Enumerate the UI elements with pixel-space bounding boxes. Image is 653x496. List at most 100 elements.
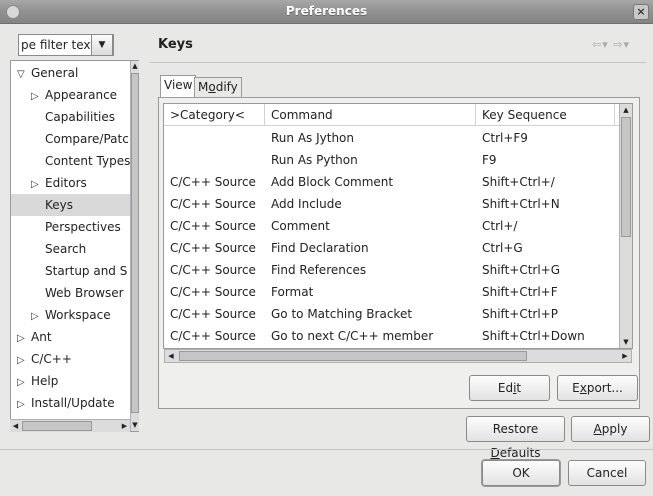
table-row[interactable]: Run As PythonF9Py — [164, 149, 632, 171]
tab-modify[interactable]: Modify — [194, 77, 242, 97]
tree-item-label: Perspectives — [45, 220, 121, 234]
table-row[interactable]: C/C++ SourceCommentCtrl+/C/ — [164, 215, 632, 237]
table-horizontal-scrollbar[interactable]: ◀ ▶ — [164, 349, 632, 363]
tree-item[interactable]: ▷ Install/Update — [17, 392, 115, 414]
history-nav[interactable]: ⇦▾ ⇨▾ — [592, 38, 630, 51]
tree-item[interactable]: ▷ Ant — [17, 326, 52, 348]
table-row[interactable]: C/C++ Source Go to Matching Bracket Shift+… — [164, 303, 632, 325]
cell-key-sequence: Shift+Ctrl+N — [482, 197, 560, 211]
tree-item[interactable]: ▷ C/C++ — [17, 348, 72, 370]
expand-triangle-icon[interactable]: ▷ — [31, 86, 45, 108]
window-title: Preferences — [285, 4, 368, 18]
cell-key-sequence: Shift+Ctrl+F — [482, 285, 558, 299]
scroll-down-arrow-icon[interactable]: ▼ — [620, 336, 632, 348]
scroll-up-arrow-icon[interactable]: ▲ — [620, 104, 632, 116]
cell-command: Format — [271, 285, 314, 299]
tree-item[interactable]: Web Browser — [31, 282, 124, 304]
expand-triangle-icon[interactable]: ▷ — [31, 306, 45, 328]
tree-item[interactable]: Content Types — [31, 150, 130, 172]
expand-triangle-icon[interactable]: ▷ — [17, 328, 31, 350]
tree-item-label: Ant — [31, 330, 52, 344]
cell-key-sequence: F9 — [482, 153, 497, 167]
expand-triangle-icon[interactable]: ▷ — [31, 174, 45, 196]
expand-triangle-icon[interactable]: ▷ — [17, 372, 31, 394]
column-header-category[interactable]: >Category< — [164, 104, 265, 126]
tree-item-label: Capabilities — [45, 110, 115, 124]
tree-item-label: Keys — [45, 198, 74, 212]
table-vertical-scrollbar[interactable]: ▲ ▼ — [619, 104, 632, 348]
scroll-down-arrow-icon[interactable]: ▼ — [131, 420, 139, 431]
tree-item[interactable]: ▽ General — [17, 62, 78, 84]
tree-item[interactable]: ▷ Appearance — [31, 84, 117, 106]
tree-item[interactable]: ▷ Workspace — [31, 304, 111, 326]
cell-category: C/C++ Source — [170, 175, 256, 189]
cell-category: C/C++ Source — [170, 219, 256, 233]
export-button[interactable]: Export... — [557, 375, 638, 401]
table-row[interactable]: Run As JythonCtrl+F9Py — [164, 127, 632, 149]
scroll-thumb[interactable] — [22, 421, 92, 431]
tree-item[interactable]: Capabilities — [31, 106, 115, 128]
header-divider — [150, 62, 646, 63]
close-window-button[interactable]: × — [633, 4, 649, 20]
table-row[interactable]: C/C++ Source Go to next C/C++ member Shift… — [164, 325, 632, 347]
cell-command: Go to Matching Bracket — [271, 307, 413, 321]
table-row[interactable]: C/C++ SourceAdd IncludeShift+Ctrl+NC/ — [164, 193, 632, 215]
tree-vertical-scrollbar[interactable]: ▲ ▼ — [130, 61, 139, 431]
cell-category — [164, 149, 265, 171]
restore-defaults-button[interactable]: Restore Defaults — [466, 416, 565, 460]
tree-item-label: Content Types — [45, 154, 131, 168]
cell-key-sequence: Shift+Ctrl+/ — [482, 175, 555, 189]
apply-button[interactable]: Apply — [571, 416, 650, 442]
tree-horizontal-scrollbar[interactable]: ◀ ▶ — [10, 419, 130, 432]
cancel-button[interactable]: Cancel — [568, 460, 646, 486]
cell-category: C/C++ Source — [170, 329, 256, 343]
filter-dropdown-button[interactable]: ▼ — [91, 34, 113, 56]
scroll-left-arrow-icon[interactable]: ◀ — [10, 420, 21, 432]
scroll-thumb[interactable] — [179, 351, 527, 361]
cell-category: C/C++ Source — [170, 197, 256, 211]
cell-command: Go to next C/C++ member — [271, 329, 434, 343]
forward-arrow-icon[interactable]: ⇨▾ — [613, 38, 630, 51]
tree-item[interactable]: Perspectives — [31, 216, 121, 238]
back-arrow-icon[interactable]: ⇦▾ — [592, 38, 609, 51]
cell-key-sequence: Ctrl+/ — [482, 219, 518, 233]
edit-button[interactable]: Edit — [469, 375, 550, 401]
tree-item[interactable]: Keys — [11, 194, 131, 216]
collapse-triangle-icon[interactable]: ▽ — [17, 64, 31, 86]
tree-item-label: Editors — [45, 176, 87, 190]
tree-item[interactable]: Startup and S — [31, 260, 127, 282]
column-header-command[interactable]: Command — [265, 104, 476, 126]
tree-item[interactable]: Compare/Patc — [31, 128, 129, 150]
tree-item[interactable]: ▷ Editors — [31, 172, 87, 194]
scroll-thumb[interactable] — [621, 117, 631, 237]
title-bar[interactable]: Preferences × — [0, 0, 653, 24]
cell-command: Add Include — [271, 197, 342, 211]
cell-category: C/C++ Source — [170, 285, 256, 299]
scroll-right-arrow-icon[interactable]: ▶ — [119, 420, 130, 432]
tree-item-label: Web Browser — [45, 286, 124, 300]
keys-table[interactable]: >Category< Command Key Sequence W Run As… — [163, 103, 633, 349]
scroll-left-arrow-icon[interactable]: ◀ — [165, 350, 177, 362]
tree-item-label: Search — [45, 242, 87, 256]
ok-button[interactable]: OK — [482, 460, 560, 486]
cell-command: Add Block Comment — [271, 175, 394, 189]
tree-item-label: General — [31, 66, 79, 80]
scroll-up-arrow-icon[interactable]: ▲ — [131, 61, 139, 72]
cell-category: C/C++ Source — [170, 307, 256, 321]
expand-triangle-icon[interactable]: ▷ — [17, 394, 31, 416]
table-row[interactable]: C/C++ SourceFind DeclarationCtrl+GC/ — [164, 237, 632, 259]
tab-view[interactable]: View — [160, 75, 197, 98]
tree-item[interactable]: Search — [31, 238, 86, 260]
table-row[interactable]: C/C++ SourceFind ReferencesShift+Ctrl+GC… — [164, 259, 632, 281]
tree-item-label: Startup and S — [45, 264, 128, 278]
preference-tree[interactable]: ▽ General ▷ Appearance Capabilities Compare/P… — [10, 60, 139, 432]
cell-key-sequence: Shift+Ctrl+G — [482, 263, 561, 277]
tree-item[interactable]: ▷ Help — [17, 370, 58, 392]
scroll-thumb[interactable] — [131, 73, 139, 413]
expand-triangle-icon[interactable]: ▷ — [17, 350, 31, 372]
column-header-key-sequence[interactable]: Key Sequence — [476, 104, 615, 126]
scroll-right-arrow-icon[interactable]: ▶ — [619, 350, 631, 362]
tree-item-label: Compare/Patc — [45, 132, 129, 146]
table-row[interactable]: C/C++ SourceFormatShift+Ctrl+FC/ — [164, 281, 632, 303]
table-row[interactable]: C/C++ Source Add Block Comment Shift+Ctrl+… — [164, 171, 632, 193]
